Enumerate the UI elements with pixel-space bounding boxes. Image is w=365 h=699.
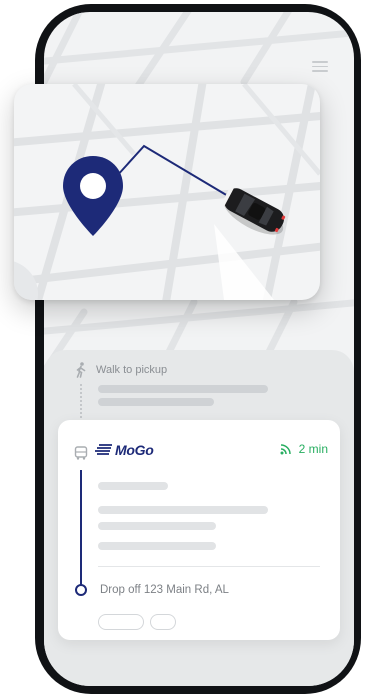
dropoff-address: Drop off 123 Main Rd, AL [100,584,229,596]
eta-text: 2 min [298,442,328,456]
brand-stripes-icon [95,444,112,455]
placeholder-bar [98,398,214,406]
ride-card[interactable]: MoGo 2 min Drop off 123 Main Rd, AL [58,420,340,640]
walking-person-icon [76,362,86,378]
walk-dotted-line [80,384,82,418]
eta-indicator: 2 min [280,442,328,456]
brand-name: MoGo [115,442,154,458]
option-pill[interactable] [98,614,144,630]
live-signal-icon [280,444,291,455]
placeholder-bar [98,522,216,530]
car-icon [222,187,286,235]
route-line [80,470,82,586]
walk-step: Walk to pickup [74,362,167,378]
walk-label: Walk to pickup [96,364,168,376]
menu-icon[interactable] [312,61,328,73]
location-pin-icon [63,156,123,236]
placeholder-bar [98,542,216,550]
map-preview-card[interactable] [14,84,320,300]
brand-logo: MoGo [95,442,154,458]
placeholder-bar [98,385,268,393]
divider [98,566,320,567]
placeholder-bar [98,506,268,514]
bus-icon [74,446,88,460]
option-pill[interactable] [150,614,176,630]
dropoff-dot [75,584,87,596]
placeholder-bar [98,482,168,490]
